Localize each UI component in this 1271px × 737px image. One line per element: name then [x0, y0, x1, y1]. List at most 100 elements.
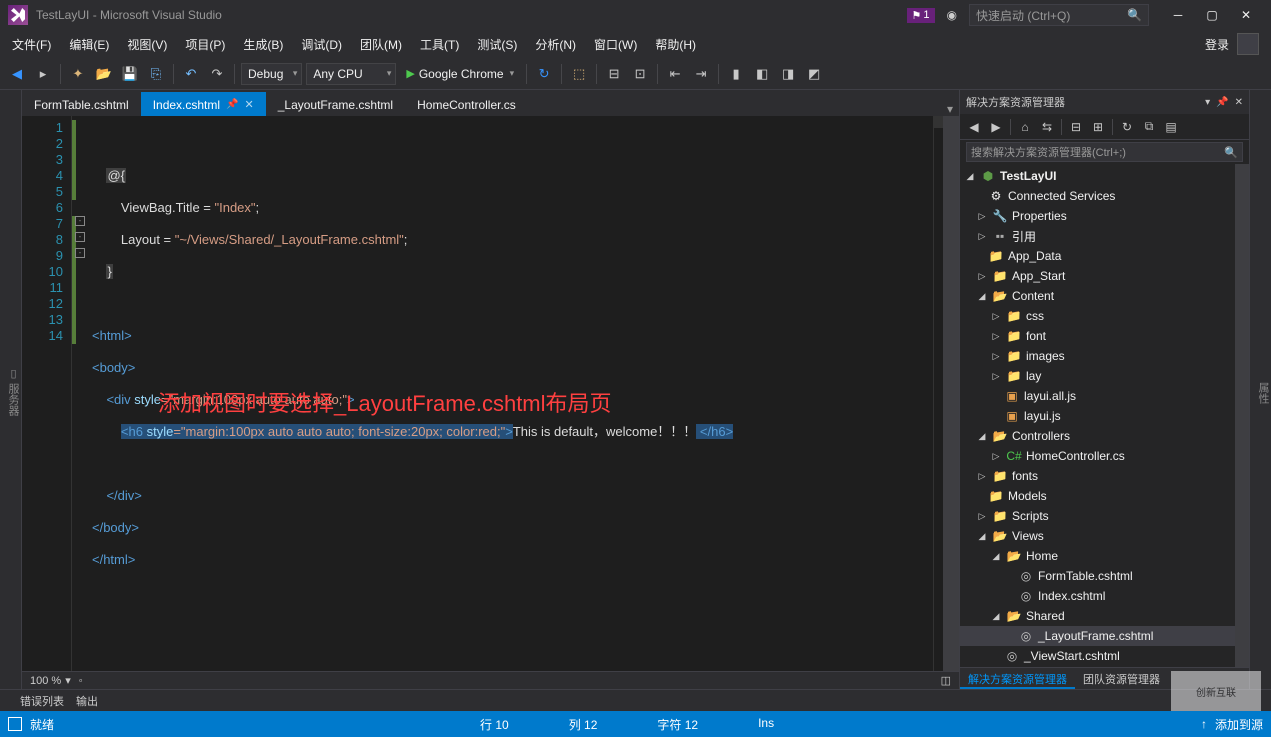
tree-item[interactable]: ◎_ViewStart.cshtml — [960, 646, 1235, 666]
tree-item[interactable]: ◎FormTable.cshtml — [960, 566, 1235, 586]
notification-flag[interactable]: ⚑ 1 — [907, 8, 935, 23]
tab-homecontroller[interactable]: HomeController.cs — [405, 92, 528, 116]
code-editor[interactable]: 1 2 3 4 5 6 7 8 9 10 11 12 13 14 - - - — [22, 116, 959, 671]
menu-debug[interactable]: 调试(D) — [293, 32, 350, 57]
tree-item[interactable]: ▷C#HomeController.cs — [960, 446, 1235, 466]
tree-scrollbar[interactable] — [1235, 164, 1249, 667]
ptb-collapse[interactable]: ⊟ — [1066, 117, 1086, 137]
menu-project[interactable]: 项目(P) — [177, 32, 233, 57]
tab-layoutframe[interactable]: _LayoutFrame.cshtml — [266, 92, 405, 116]
avatar[interactable] — [1237, 33, 1259, 55]
zoom-dropdown-icon[interactable]: ▾ — [65, 674, 71, 687]
panel-dropdown-icon[interactable]: ▾ — [1205, 97, 1210, 108]
nav-back-button[interactable]: ◀ — [6, 63, 28, 85]
ptb-showall[interactable]: ⊞ — [1088, 117, 1108, 137]
ptb-preview[interactable]: ▤ — [1161, 117, 1181, 137]
bt-output[interactable]: 输出 — [76, 693, 98, 709]
feedback-icon[interactable]: ◉ — [947, 8, 957, 22]
open-file-button[interactable]: 📂 — [93, 63, 115, 85]
ptb-forward[interactable]: ▶ — [986, 117, 1006, 137]
menu-view[interactable]: 视图(V) — [119, 32, 175, 57]
panel-close-icon[interactable]: ✕ — [1235, 97, 1243, 108]
config-dropdown[interactable]: Debug — [241, 63, 302, 85]
uncomment-button[interactable]: ⊡ — [629, 63, 651, 85]
tree-item[interactable]: ◎Index.cshtml — [960, 586, 1235, 606]
new-project-button[interactable]: ✦ — [67, 63, 89, 85]
menu-analyze[interactable]: 分析(N) — [527, 32, 584, 57]
tree-item[interactable]: ▷📁App_Start — [960, 266, 1235, 286]
tabs-overflow[interactable]: ▾ — [947, 102, 959, 116]
split-h-icon[interactable]: ◫ — [941, 674, 951, 687]
tree-item[interactable]: ◢📂Shared — [960, 606, 1235, 626]
undo-button[interactable]: ↶ — [180, 63, 202, 85]
save-button[interactable]: 💾 — [119, 63, 141, 85]
tree-item[interactable]: ▷📁fonts — [960, 466, 1235, 486]
ptb-refresh[interactable]: ↻ — [1117, 117, 1137, 137]
tb-extra-4[interactable]: ◩ — [803, 63, 825, 85]
tree-item-selected[interactable]: ◎_LayoutFrame.cshtml — [960, 626, 1235, 646]
code-area[interactable]: @{ ViewBag.Title = "Index"; Layout = "~/… — [88, 116, 933, 671]
bt-error-list[interactable]: 错误列表 — [20, 693, 64, 709]
platform-dropdown[interactable]: Any CPU — [306, 63, 396, 85]
menu-edit[interactable]: 编辑(E) — [61, 32, 117, 57]
close-icon[interactable]: ✕ — [245, 98, 254, 111]
menu-tools[interactable]: 工具(T) — [412, 32, 467, 57]
left-tool-gutter[interactable]: ▯ 服务器 — [0, 90, 22, 689]
right-tool-gutter[interactable]: 属性 — [1249, 90, 1271, 689]
zoom-level[interactable]: 100 % — [30, 675, 61, 687]
rp-tab-team[interactable]: 团队资源管理器 — [1075, 668, 1168, 689]
tree-item[interactable]: ▣layui.js — [960, 406, 1235, 426]
pin-icon[interactable]: 📌 — [226, 99, 238, 110]
solution-search-input[interactable]: 搜索解决方案资源管理器(Ctrl+;) 🔍 — [966, 142, 1243, 162]
tree-item[interactable]: ▣layui.all.js — [960, 386, 1235, 406]
tab-index[interactable]: Index.cshtml 📌 ✕ — [141, 92, 266, 116]
collapse-toggle[interactable]: - — [75, 248, 85, 258]
menu-help[interactable]: 帮助(H) — [647, 32, 704, 57]
start-debug-button[interactable]: ▶ Google Chrome ▾ — [400, 63, 520, 85]
ptb-prop[interactable]: ⧉ — [1139, 117, 1159, 137]
signin-link[interactable]: 登录 — [1205, 36, 1229, 53]
menu-team[interactable]: 团队(M) — [352, 32, 410, 57]
publish-icon[interactable]: ↑ — [1201, 717, 1207, 731]
save-all-button[interactable]: ⎘ — [145, 63, 167, 85]
quick-launch-input[interactable]: 快速启动 (Ctrl+Q) 🔍 — [969, 4, 1149, 26]
tree-item[interactable]: ▷📁lay — [960, 366, 1235, 386]
menu-file[interactable]: 文件(F) — [4, 32, 59, 57]
tree-item[interactable]: ▷🔧Properties — [960, 206, 1235, 226]
editor-scrollbar-v[interactable] — [943, 116, 959, 671]
tree-item[interactable]: ◢📂Views — [960, 526, 1235, 546]
collapse-toggle[interactable]: - — [75, 232, 85, 242]
indent-less-button[interactable]: ⇤ — [664, 63, 686, 85]
browser-link-button[interactable]: ↻ — [533, 63, 555, 85]
tb-extra-2[interactable]: ◧ — [751, 63, 773, 85]
tb-extra-3[interactable]: ◨ — [777, 63, 799, 85]
menu-window[interactable]: 窗口(W) — [586, 32, 645, 57]
redo-button[interactable]: ↷ — [206, 63, 228, 85]
tree-item[interactable]: ▷📁images — [960, 346, 1235, 366]
maximize-button[interactable]: ▢ — [1195, 2, 1229, 28]
tree-item[interactable]: ◢📂Controllers — [960, 426, 1235, 446]
close-button[interactable]: ✕ — [1229, 2, 1263, 28]
tree-item[interactable]: ▷📁Scripts — [960, 506, 1235, 526]
tree-item[interactable]: ▷📁css — [960, 306, 1235, 326]
tree-item[interactable]: ▷📁font — [960, 326, 1235, 346]
ptb-home[interactable]: ⌂ — [1015, 117, 1035, 137]
tree-item[interactable]: ⚙Connected Services — [960, 186, 1235, 206]
nav-forward-button[interactable]: ▸ — [32, 63, 54, 85]
tree-item[interactable]: ◢📂Content — [960, 286, 1235, 306]
bookmark-button[interactable]: ▮ — [725, 63, 747, 85]
tree-item[interactable]: ◢📂Home — [960, 546, 1235, 566]
indent-more-button[interactable]: ⇥ — [690, 63, 712, 85]
menu-test[interactable]: 测试(S) — [469, 32, 525, 57]
comment-button[interactable]: ⊟ — [603, 63, 625, 85]
minimize-button[interactable]: ─ — [1161, 2, 1195, 28]
menu-build[interactable]: 生成(B) — [235, 32, 291, 57]
collapse-toggle[interactable]: - — [75, 216, 85, 226]
tree-item[interactable]: 📁Models — [960, 486, 1235, 506]
rp-tab-solution[interactable]: 解决方案资源管理器 — [960, 668, 1075, 689]
ptb-sync[interactable]: ⇆ — [1037, 117, 1057, 137]
tab-formtable[interactable]: FormTable.cshtml — [22, 92, 141, 116]
tree-item[interactable]: ▷▪▪引用 — [960, 226, 1235, 246]
solution-tree[interactable]: ◢⬢TestLayUI ⚙Connected Services ▷🔧Proper… — [960, 164, 1235, 667]
status-add-to-source[interactable]: 添加到源 — [1215, 716, 1263, 733]
